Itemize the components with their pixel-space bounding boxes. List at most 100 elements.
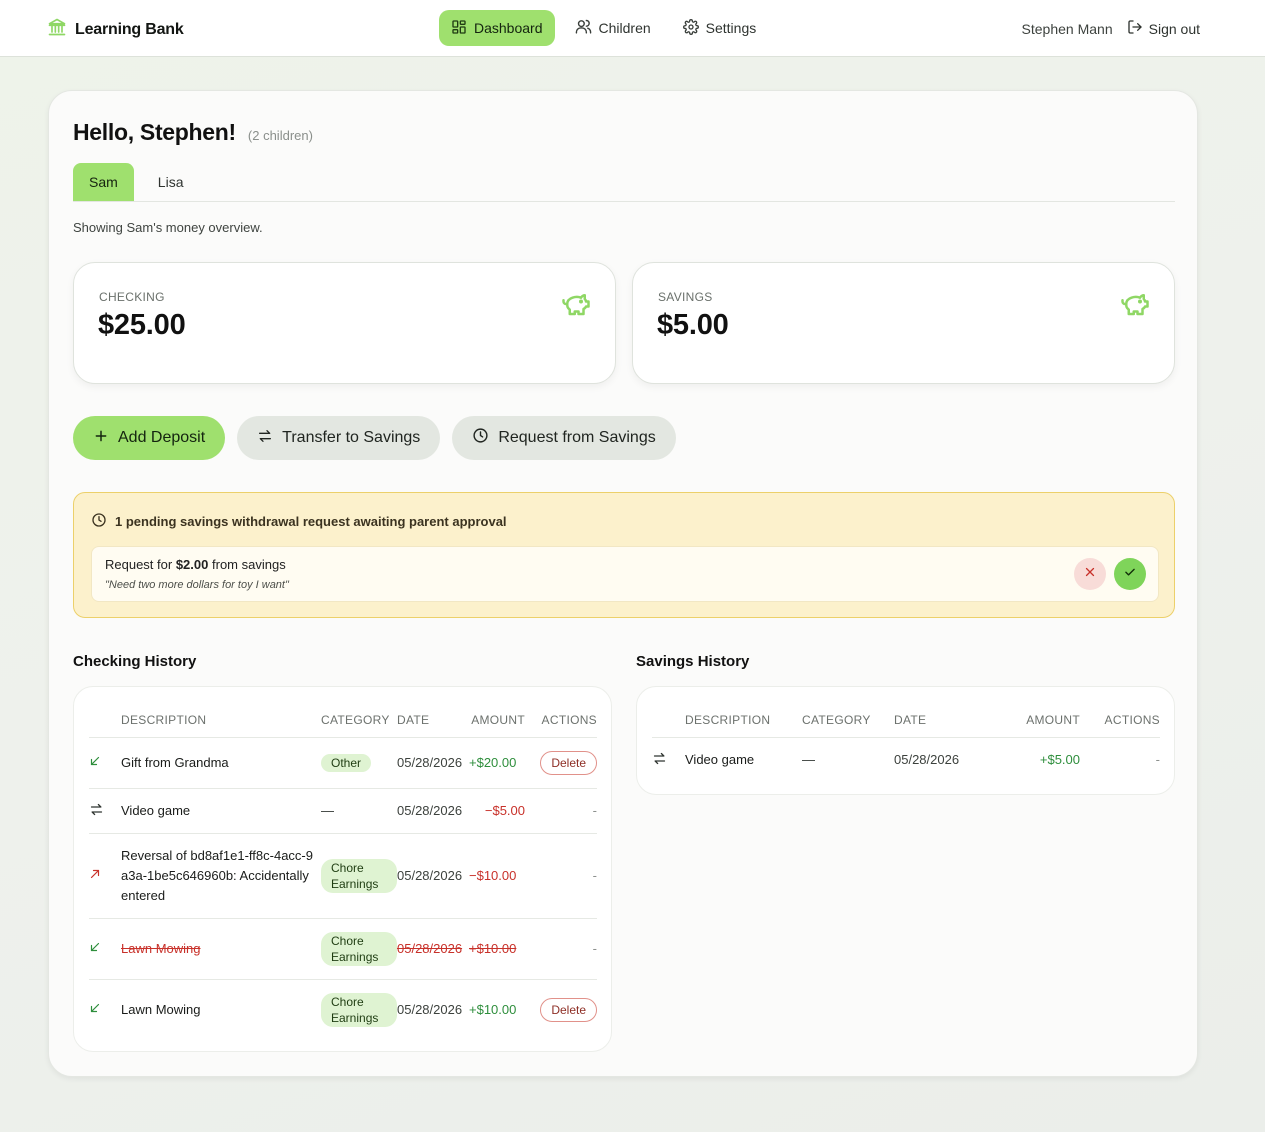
sign-out-button[interactable]: Sign out bbox=[1127, 19, 1200, 38]
transfer-label: Transfer to Savings bbox=[282, 429, 421, 446]
delete-button[interactable]: Delete bbox=[540, 997, 597, 1022]
checking-balance-card: CHECKING $25.00 bbox=[73, 262, 616, 384]
row-date: 05/28/2026 bbox=[397, 917, 469, 979]
savings-label: SAVINGS bbox=[658, 290, 713, 304]
request-suffix: from savings bbox=[212, 557, 286, 572]
arrow-up-right-icon bbox=[89, 832, 121, 918]
row-description: Video game bbox=[121, 787, 321, 833]
top-navigation-bar: Learning Bank Dashboard Children Setting… bbox=[0, 0, 1265, 57]
table-row: Video game — 05/28/2026 −$5.00 - bbox=[89, 787, 597, 833]
delete-button[interactable]: Delete bbox=[540, 750, 597, 775]
row-category: — bbox=[321, 787, 397, 833]
transfer-icon bbox=[257, 428, 273, 449]
check-icon bbox=[1123, 565, 1137, 584]
row-amount: −$5.00 bbox=[469, 787, 525, 833]
sign-out-icon bbox=[1127, 19, 1143, 38]
category-badge: Chore Earnings bbox=[321, 931, 397, 966]
dashboard-card: Hello, Stephen! (2 children) Sam Lisa Sh… bbox=[48, 90, 1198, 1077]
category-badge: Chore Earnings bbox=[321, 992, 397, 1027]
column-header: AMOUNT bbox=[1026, 712, 1080, 727]
column-header: DATE bbox=[397, 712, 430, 727]
brand[interactable]: Learning Bank bbox=[47, 17, 184, 42]
savings-value: $5.00 bbox=[657, 309, 729, 341]
category-badge: Other bbox=[321, 753, 372, 772]
nav-dashboard-label: Dashboard bbox=[474, 20, 543, 36]
users-icon bbox=[575, 18, 592, 38]
column-header: DATE bbox=[894, 712, 927, 727]
row-amount: −$10.00 bbox=[469, 832, 525, 918]
row-amount: +$20.00 bbox=[469, 736, 525, 788]
savings-balance-card: SAVINGS $5.00 bbox=[632, 262, 1175, 384]
add-deposit-button[interactable]: Add Deposit bbox=[73, 416, 226, 460]
nav-children-label: Children bbox=[598, 20, 651, 36]
row-description: Gift from Grandma bbox=[121, 736, 321, 788]
transfer-icon bbox=[89, 787, 121, 833]
savings-history-table: DESCRIPTION CATEGORY DATE AMOUNT ACTIONS… bbox=[652, 703, 1160, 782]
row-actions: - bbox=[525, 787, 597, 833]
gear-icon bbox=[682, 18, 699, 38]
reject-request-button[interactable] bbox=[1074, 558, 1106, 590]
column-header: CATEGORY bbox=[321, 712, 390, 727]
user-name: Stephen Mann bbox=[1021, 20, 1113, 37]
column-header: DESCRIPTION bbox=[685, 712, 771, 727]
row-date: 05/28/2026 bbox=[397, 978, 469, 1040]
request-amount: $2.00 bbox=[175, 557, 209, 572]
savings-history-title: Savings History bbox=[636, 653, 750, 670]
greeting-title: Hello, Stephen! bbox=[73, 119, 236, 145]
row-description: Lawn Mowing bbox=[121, 917, 321, 979]
row-amount: +$10.00 bbox=[469, 978, 525, 1040]
user-box: Stephen Mann Sign out bbox=[1022, 19, 1200, 38]
column-header: CATEGORY bbox=[802, 712, 871, 727]
row-description: Reversal of bd8af1e1-ff8c-4acc-9a3a-1be5… bbox=[121, 832, 321, 918]
children-count: (2 children) bbox=[247, 128, 313, 143]
request-from-savings-button[interactable]: Request from Savings bbox=[452, 416, 676, 460]
tab-sam[interactable]: Sam bbox=[73, 163, 134, 201]
row-date: 05/28/2026 bbox=[397, 736, 469, 788]
piggy-bank-icon bbox=[561, 289, 591, 324]
pending-heading: 1 pending savings withdrawal request awa… bbox=[91, 512, 507, 531]
transfer-to-savings-button[interactable]: Transfer to Savings bbox=[237, 416, 441, 460]
pending-heading-text: 1 pending savings withdrawal request awa… bbox=[115, 514, 507, 529]
close-icon bbox=[1083, 565, 1097, 584]
pending-requests-banner: 1 pending savings withdrawal request awa… bbox=[73, 492, 1175, 618]
category-badge: Chore Earnings bbox=[321, 858, 397, 893]
row-category: — bbox=[802, 736, 894, 782]
piggy-bank-icon bbox=[1120, 289, 1150, 324]
row-category: Other bbox=[321, 736, 397, 788]
checking-history-table: DESCRIPTION CATEGORY DATE AMOUNT ACTIONS… bbox=[89, 703, 597, 1040]
row-actions: Delete bbox=[525, 978, 597, 1040]
clock-icon bbox=[472, 427, 489, 449]
overview-text: Showing Sam's money overview. bbox=[73, 220, 263, 235]
row-category: Chore Earnings bbox=[321, 917, 397, 979]
row-description: Video game bbox=[685, 736, 802, 782]
row-actions: - bbox=[1080, 736, 1160, 782]
row-actions: - bbox=[525, 917, 597, 979]
action-buttons: Add Deposit Transfer to Savings Request … bbox=[73, 416, 676, 460]
transfer-icon bbox=[652, 736, 685, 782]
nav-dashboard[interactable]: Dashboard bbox=[439, 10, 555, 46]
row-category: Chore Earnings bbox=[321, 832, 397, 918]
nav-settings[interactable]: Settings bbox=[671, 10, 769, 46]
row-amount: +$10.00 bbox=[469, 917, 525, 979]
add-deposit-label: Add Deposit bbox=[118, 429, 206, 446]
sign-out-label: Sign out bbox=[1148, 20, 1200, 37]
request-prefix: Request for bbox=[105, 557, 173, 572]
column-header: ACTIONS bbox=[1104, 712, 1160, 727]
checking-history-panel: DESCRIPTION CATEGORY DATE AMOUNT ACTIONS… bbox=[73, 686, 612, 1052]
brand-name: Learning Bank bbox=[75, 20, 184, 38]
nav-children[interactable]: Children bbox=[563, 10, 663, 46]
row-date: 05/28/2026 bbox=[894, 736, 984, 782]
row-date: 05/28/2026 bbox=[397, 832, 469, 918]
tab-lisa[interactable]: Lisa bbox=[134, 163, 208, 201]
approve-request-button[interactable] bbox=[1114, 558, 1146, 590]
row-date: 05/28/2026 bbox=[397, 787, 469, 833]
table-row: Gift from Grandma Other 05/28/2026 +$20.… bbox=[89, 736, 597, 788]
row-description: Lawn Mowing bbox=[121, 978, 321, 1040]
greeting: Hello, Stephen! (2 children) bbox=[73, 119, 313, 146]
table-row: Lawn Mowing Chore Earnings 05/28/2026 +$… bbox=[89, 978, 597, 1040]
arrow-down-left-icon bbox=[89, 917, 121, 979]
savings-history-panel: DESCRIPTION CATEGORY DATE AMOUNT ACTIONS… bbox=[636, 686, 1175, 795]
plus-icon bbox=[93, 428, 109, 449]
column-header: ACTIONS bbox=[541, 712, 597, 727]
request-summary: Request for $2.00 from savings bbox=[105, 557, 286, 572]
